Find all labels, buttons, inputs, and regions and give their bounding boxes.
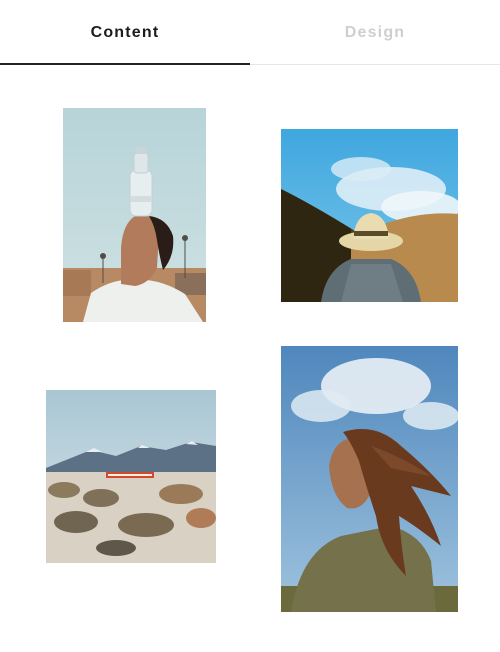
gallery-photo-straw-hat[interactable] <box>281 129 458 302</box>
gallery-photo-woman-wind[interactable] <box>281 346 458 612</box>
active-tab-underline <box>0 63 250 65</box>
gallery-photo-man-bottle[interactable] <box>63 108 206 322</box>
desert-mountain-landscape-photo <box>46 390 216 563</box>
tab-divider <box>250 64 500 65</box>
person-in-straw-hat-photo <box>281 129 458 302</box>
man-balancing-bottle-photo <box>63 108 206 322</box>
woman-with-windblown-hair-photo <box>281 346 458 612</box>
gallery-photo-desert[interactable] <box>46 390 216 563</box>
tab-design[interactable]: Design <box>250 0 500 66</box>
tab-content[interactable]: Content <box>0 0 250 66</box>
tab-bar: Content Design <box>0 0 500 66</box>
